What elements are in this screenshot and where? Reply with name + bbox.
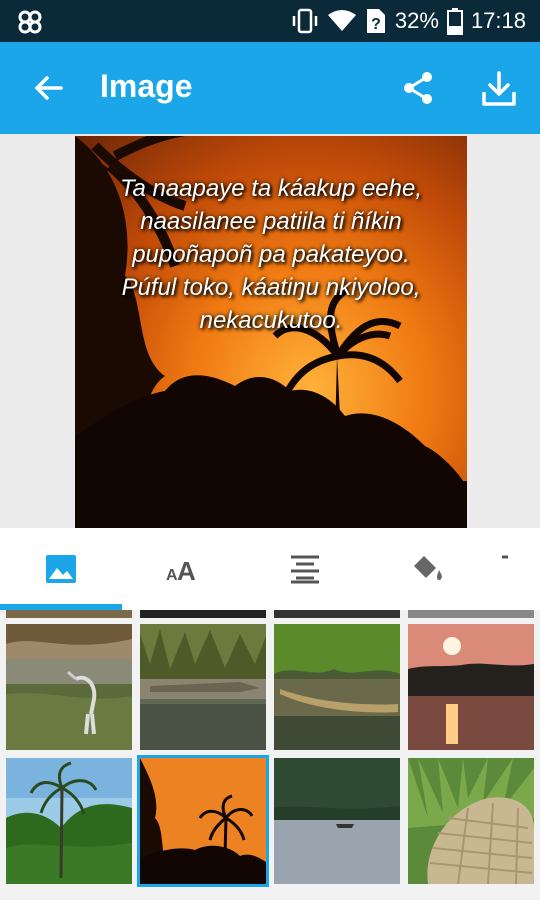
more-tab-icon bbox=[502, 555, 508, 559]
grid-row-partial bbox=[274, 610, 400, 618]
back-arrow-icon[interactable] bbox=[30, 70, 66, 106]
river-boat-mangroves-image bbox=[274, 758, 400, 884]
share-icon[interactable] bbox=[400, 70, 436, 106]
tab-color[interactable] bbox=[366, 528, 488, 610]
tab-text-size[interactable]: A A bbox=[122, 528, 244, 610]
no-sim-icon: ? bbox=[366, 9, 385, 33]
tool-panel: A A bbox=[0, 528, 540, 900]
sunset-over-river-image bbox=[408, 624, 534, 750]
image-preview[interactable]: Ta naapaye ta káakup eehe, naasilanee pa… bbox=[75, 136, 467, 528]
download-icon[interactable] bbox=[480, 70, 518, 108]
grid-row-partial bbox=[408, 610, 534, 618]
page-title: Image bbox=[100, 68, 193, 104]
app-bar: Image bbox=[0, 42, 540, 134]
tool-tabs: A A bbox=[0, 528, 540, 610]
woven-basket-grass-image bbox=[408, 758, 534, 884]
battery-percent: 32% bbox=[394, 8, 439, 33]
background-thumb-canoe[interactable] bbox=[274, 624, 400, 750]
background-grid bbox=[0, 610, 540, 900]
grid-row-partial bbox=[6, 610, 132, 618]
grid-row-partial bbox=[140, 610, 266, 618]
background-thumb-sunset-river[interactable] bbox=[408, 624, 534, 750]
status-bar: ? 32% 17:18 bbox=[0, 0, 540, 42]
palm-trees-sky-image bbox=[6, 758, 132, 884]
tab-more[interactable] bbox=[488, 528, 540, 610]
tab-text-align[interactable] bbox=[244, 528, 366, 610]
background-thumb-orange-sunset[interactable] bbox=[137, 755, 269, 887]
text-size-icon: A A bbox=[166, 556, 196, 582]
canoe-on-river-image bbox=[274, 624, 400, 750]
heron-in-water-image bbox=[6, 624, 132, 750]
wifi-icon bbox=[327, 10, 356, 31]
image-icon bbox=[46, 555, 76, 583]
vibrate-icon bbox=[292, 8, 318, 34]
svg-text:?: ? bbox=[371, 16, 381, 33]
background-thumb-heron[interactable] bbox=[6, 624, 132, 750]
caption-text[interactable]: Ta naapaye ta káakup eehe, naasilanee pa… bbox=[105, 172, 437, 337]
svg-text:A: A bbox=[177, 556, 196, 582]
background-thumb-river-boat[interactable] bbox=[274, 758, 400, 884]
pinwheel-icon bbox=[18, 10, 42, 34]
battery-icon bbox=[446, 8, 463, 35]
align-center-icon bbox=[291, 555, 319, 584]
tab-background-image[interactable] bbox=[0, 528, 122, 610]
background-thumb-palms[interactable] bbox=[6, 758, 132, 884]
background-thumb-crocodile[interactable] bbox=[140, 624, 266, 750]
crocodile-riverbank-image bbox=[140, 624, 266, 750]
background-thumb-basket[interactable] bbox=[408, 758, 534, 884]
orange-palm-sunset-image bbox=[140, 758, 266, 884]
paint-bucket-icon bbox=[414, 556, 442, 581]
clock: 17:18 bbox=[470, 8, 526, 33]
